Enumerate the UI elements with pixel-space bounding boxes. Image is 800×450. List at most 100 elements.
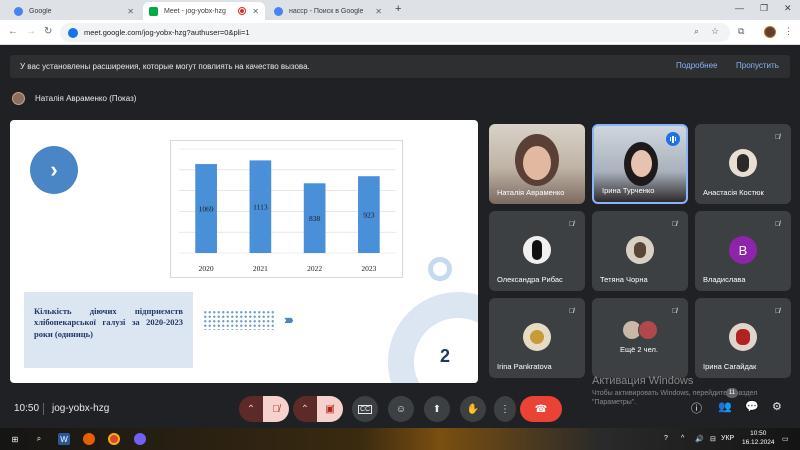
people-icon[interactable]: 👥 [718, 400, 732, 413]
mic-off-icon: 🎙̸ [671, 308, 678, 315]
bar-chart-svg: 1069 2020 1113 2021 838 2022 923 2023 [179, 148, 396, 273]
more-participants-label: Ещё 2 чел. [620, 345, 658, 354]
network-icon[interactable]: ⊟ [710, 435, 716, 443]
microphone-toggle-button[interactable]: 🎙̸ [263, 396, 289, 422]
participant-tile[interactable]: 🎙̸ Irina Pankratova [489, 298, 585, 378]
hand-icon: ✋ [466, 403, 480, 415]
speaker-icon[interactable]: 🔊 [695, 435, 704, 443]
people-count-badge: 11 [726, 388, 738, 398]
banner-more-link[interactable]: Подробнее [676, 61, 718, 70]
chart-tick-label: 2021 [253, 264, 268, 273]
leave-call-button[interactable]: ☎ [520, 396, 562, 422]
camera-toggle-button[interactable]: ▣̸ [317, 396, 343, 422]
taskbar-time: 10:50 [750, 430, 767, 437]
banner-dismiss-button[interactable]: Пропустить [736, 61, 779, 70]
bookmark-star-icon[interactable]: ☆ [711, 26, 719, 37]
close-tab-icon[interactable]: ✕ [252, 7, 259, 16]
tab-title: Meet - jog-yobx-hzg [164, 7, 226, 15]
forward-icon[interactable]: → [26, 26, 36, 37]
chevrons-decoration-icon: ››››› [284, 312, 294, 327]
meeting-clock: 10:50 [14, 403, 40, 414]
participant-tile[interactable]: Ірина Турченко [592, 124, 688, 204]
audio-options-chevron-up-icon[interactable]: ⌃ [239, 396, 263, 422]
divider [43, 403, 44, 415]
taskbar-clock[interactable]: 10:50 16.12.2024 [742, 430, 775, 448]
phone-hangup-icon: ☎ [534, 403, 548, 415]
more-options-button[interactable]: ⋮ [494, 396, 516, 422]
participant-name: Ірина Сагайдак [703, 362, 757, 371]
search-icon[interactable]: ⌕ [33, 433, 45, 445]
participant-avatar [638, 320, 658, 340]
address-bar[interactable]: meet.google.com/jog-yobx-hzg?authuser=0&… [60, 23, 730, 42]
slide-page-number: 2 [440, 346, 451, 366]
browser-window: Google ✕ Meet - jog-yobx-hzg ✕ насср - П… [0, 0, 800, 450]
participant-tile[interactable]: 🎙̸ Ещё 2 чел. [592, 298, 688, 378]
activities-icon[interactable]: ⚙ [772, 400, 782, 413]
participant-name: Ірина Турченко [602, 186, 655, 195]
zoom-icon[interactable]: ⌕ [694, 26, 699, 37]
grouped-avatars [622, 320, 662, 342]
chrome-icon[interactable] [108, 433, 120, 445]
chart-data-label: 1069 [199, 205, 214, 214]
mic-off-icon: 🎙̸ [568, 308, 575, 315]
tab-meet[interactable]: Meet - jog-yobx-hzg ✕ [143, 2, 265, 20]
firefox-icon[interactable] [83, 433, 95, 445]
tab-strip: Google ✕ Meet - jog-yobx-hzg ✕ насср - П… [0, 0, 800, 20]
slide-caption: Кількість діючих підприємств хлібопекарс… [24, 292, 193, 368]
notifications-icon[interactable]: ▭ [782, 435, 789, 443]
close-tab-icon[interactable]: ✕ [127, 7, 134, 16]
tray-chevron-icon[interactable]: ^ [681, 435, 684, 442]
meeting-info-icon[interactable]: ⓘ [691, 400, 702, 416]
meeting-controls-bar: 10:50 jog-yobx-hzg ⌃ 🎙̸ ⌃ ▣̸ CC ☺ ⬆ ✋ ⋮ … [0, 392, 800, 428]
chat-icon[interactable]: 💬 [745, 400, 759, 413]
address-bar-row: ← → ↻ meet.google.com/jog-yobx-hzg?authu… [0, 20, 800, 45]
word-icon[interactable]: W [58, 433, 70, 445]
mic-off-icon: 🎙̸ [568, 221, 575, 228]
back-icon[interactable]: ← [8, 26, 18, 37]
participant-avatar [523, 323, 551, 351]
participant-name: Irina Pankratova [497, 362, 552, 371]
site-info-icon[interactable] [68, 27, 78, 38]
windows-start-icon[interactable]: ⊞ [9, 433, 21, 445]
participant-tile[interactable]: 🎙̸ B Владислава [695, 211, 791, 291]
google-favicon-icon [14, 6, 23, 16]
participant-tile[interactable]: 🎙̸ Анастасія Костюк [695, 124, 791, 204]
participant-name: Анастасія Костюк [703, 188, 764, 197]
participant-tile[interactable]: Наталія Авраменко [489, 124, 585, 204]
participant-tile[interactable]: 🎙̸ Ірина Сагайдак [695, 298, 791, 378]
raise-hand-button[interactable]: ✋ [460, 396, 486, 422]
extensions-icon[interactable]: ⧉ [738, 26, 744, 37]
participant-name: Наталія Авраменко [497, 188, 565, 197]
help-icon[interactable]: ? [664, 435, 668, 442]
ring-decoration [428, 257, 452, 281]
profile-avatar[interactable] [764, 26, 776, 38]
presentation-slide: › 1069 2020 1113 2021 838 2022 923 2023 Кількіс… [10, 120, 478, 383]
reload-icon[interactable]: ↻ [44, 26, 52, 37]
close-window-icon[interactable]: ✕ [784, 3, 792, 14]
tab-search[interactable]: насср - Поиск в Google ✕ [268, 2, 388, 20]
reactions-button[interactable]: ☺ [388, 396, 414, 422]
windows-taskbar: ⊞ ⌕ W ? ^ 🔊 ⊟ УКР 10:50 16.12.2024 ▭ [0, 428, 800, 450]
browser-menu-icon[interactable]: ⋮ [784, 26, 793, 37]
google-favicon-icon [274, 6, 283, 16]
captions-icon: CC [357, 404, 373, 414]
mic-off-icon: 🎙̸ [774, 221, 781, 228]
more-vert-icon: ⋮ [500, 403, 510, 415]
restore-icon[interactable]: ❐ [760, 3, 768, 14]
video-options-chevron-up-icon[interactable]: ⌃ [293, 396, 317, 422]
participant-avatar [626, 236, 654, 264]
captions-button[interactable]: CC [352, 396, 378, 422]
present-button[interactable]: ⬆ [424, 396, 450, 422]
banner-text: У вас установлены расширения, которые мо… [20, 62, 310, 71]
participant-tile[interactable]: 🎙̸ Тетяна Чорна [592, 211, 688, 291]
mic-off-icon: 🎙̸ [774, 134, 781, 141]
close-tab-icon[interactable]: ✕ [375, 7, 382, 16]
chevron-right-icon: › [30, 146, 78, 194]
mic-off-icon: 🎙̸ [272, 403, 280, 415]
viber-icon[interactable] [134, 433, 146, 445]
keyboard-language[interactable]: УКР [721, 435, 734, 442]
tab-google[interactable]: Google ✕ [8, 2, 140, 20]
minimize-icon[interactable]: — [735, 3, 744, 13]
new-tab-icon[interactable]: + [395, 3, 401, 15]
participant-tile[interactable]: 🎙̸ Олександра Рибас [489, 211, 585, 291]
